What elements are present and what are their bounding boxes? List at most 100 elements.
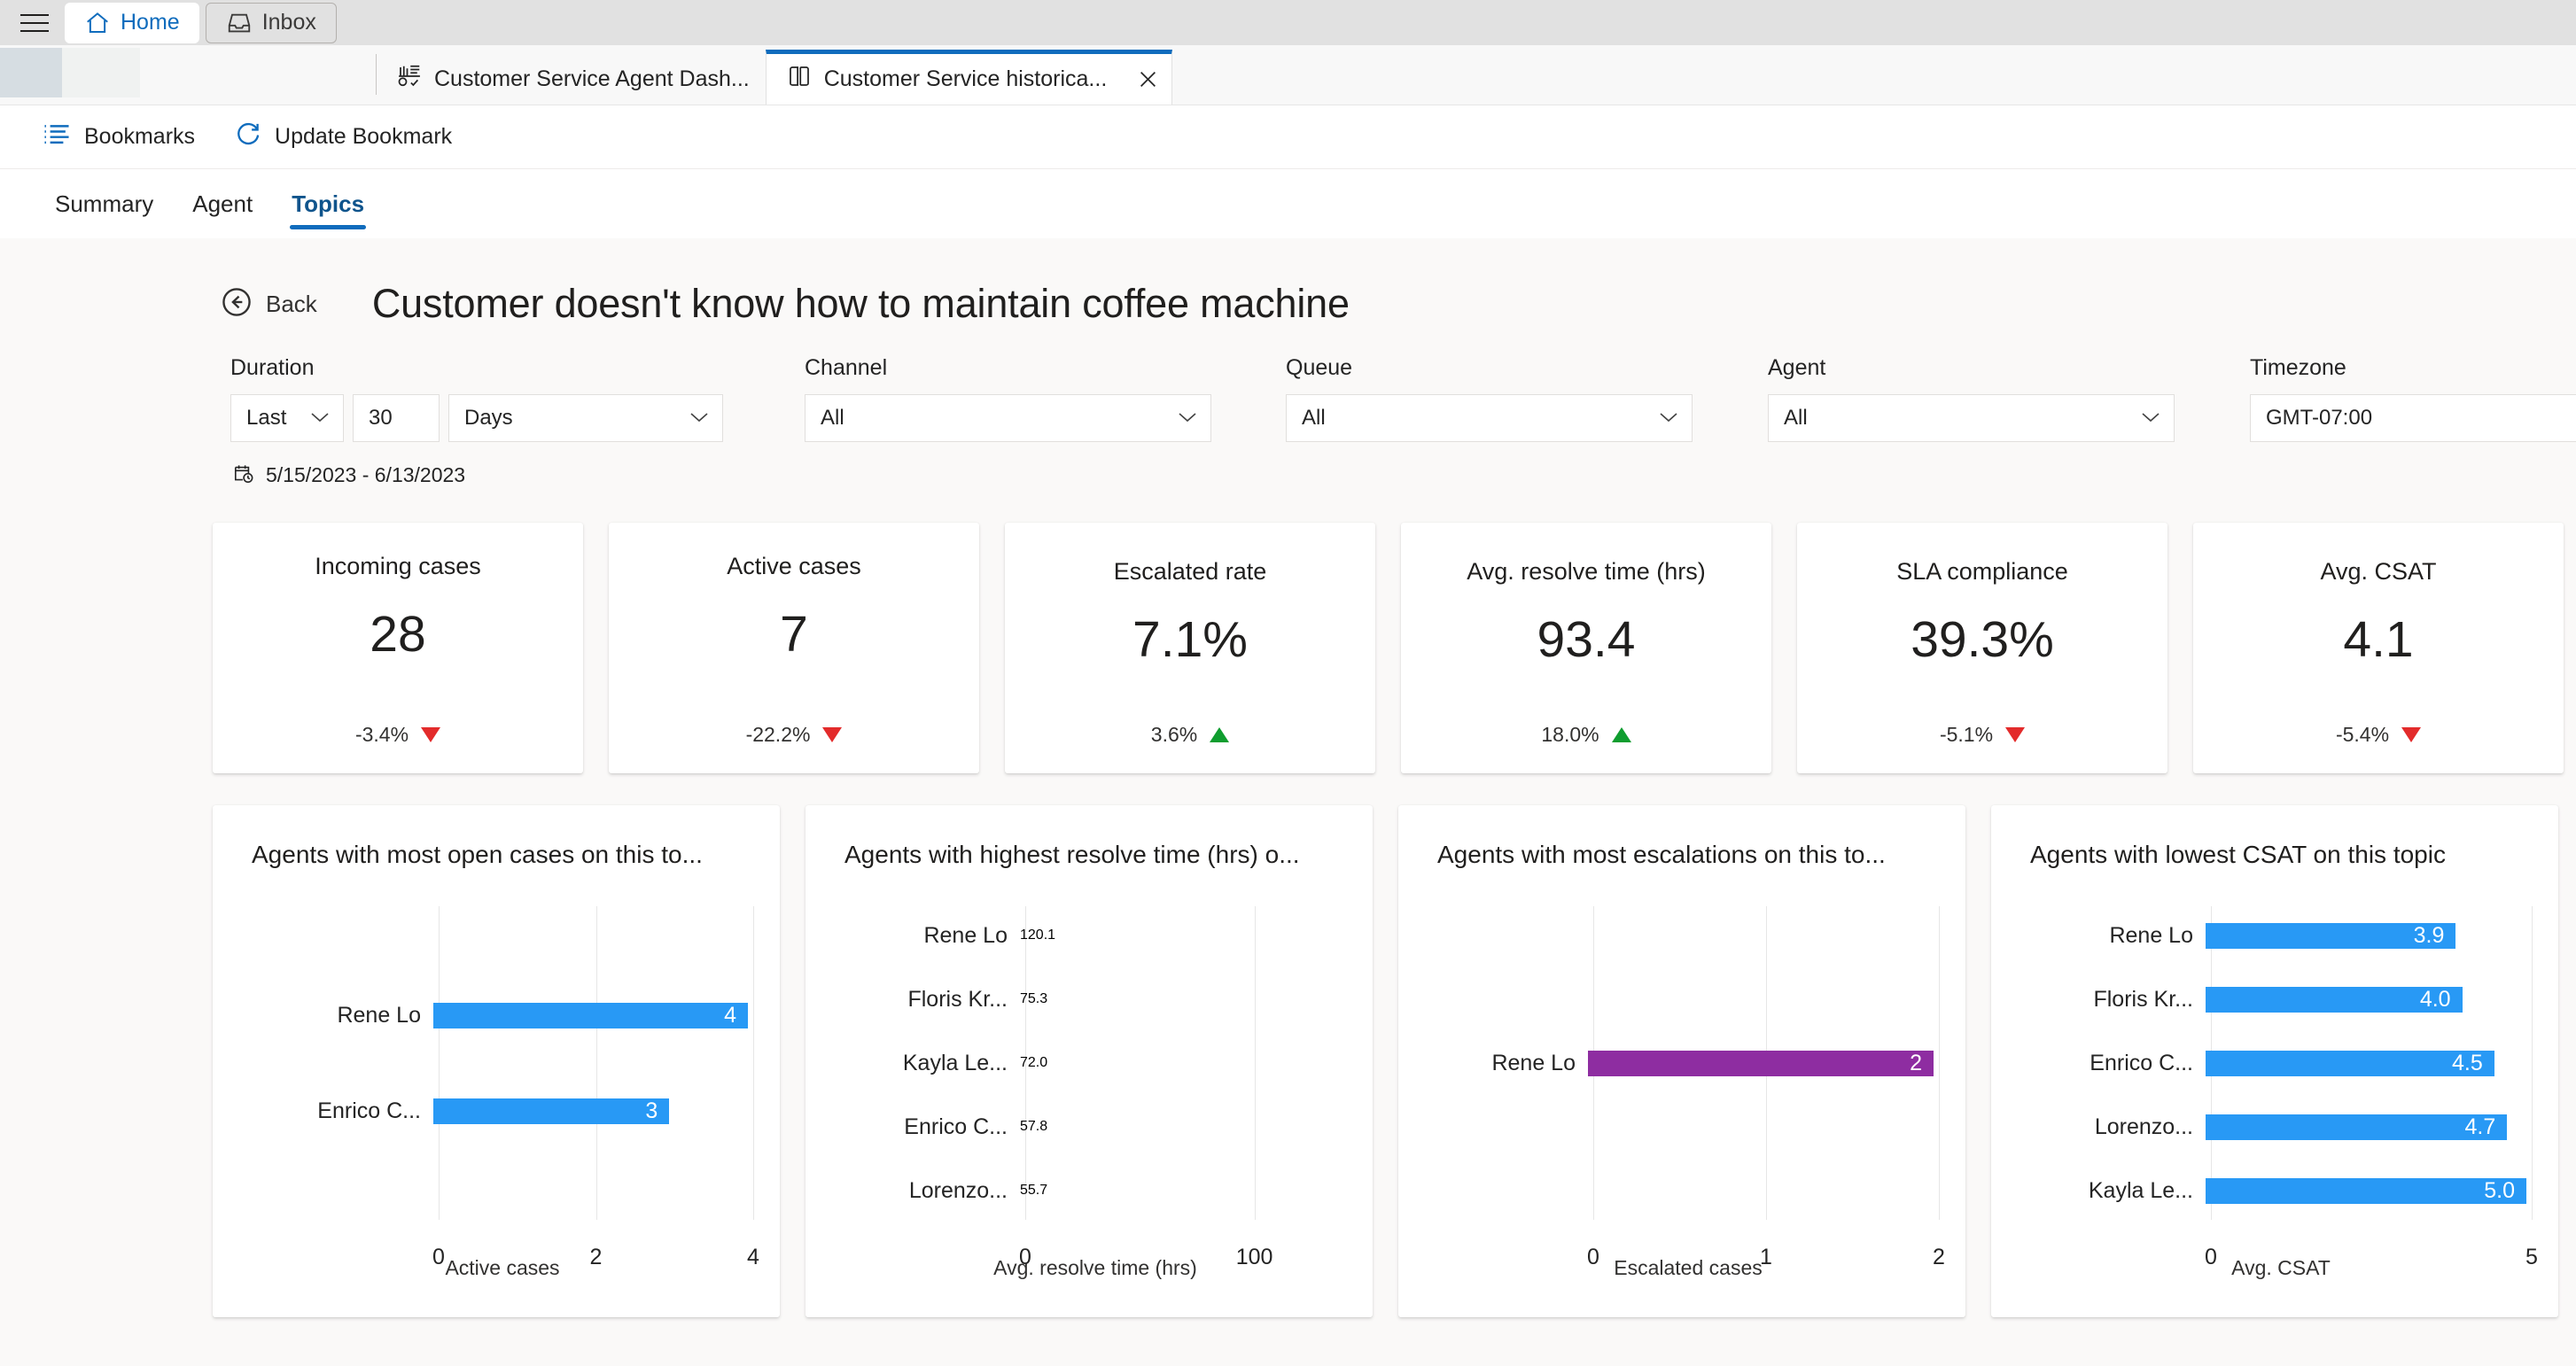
update-bookmark-label: Update Bookmark [275, 124, 453, 149]
back-label: Back [266, 290, 317, 317]
chart-card[interactable]: Agents with lowest CSAT on this topic Ren… [1991, 805, 2558, 1317]
chart-bar-track: 5.0 [2206, 1177, 2532, 1204]
chart-x-axis-label: Escalated cases [1614, 1256, 1763, 1279]
back-button[interactable]: Back [220, 285, 317, 323]
chart-bar[interactable]: 4.7 [2206, 1114, 2508, 1140]
chart-category-label: Kayla Le... [2088, 1177, 2193, 1203]
kpi-card[interactable]: SLA compliance 39.3% -5.1% [1797, 523, 2167, 773]
chart-value-label: 4.7 [2464, 1114, 2496, 1139]
chart-card[interactable]: Agents with most escalations on this to.… [1398, 805, 1965, 1317]
kpi-value: 4.1 [2343, 611, 2414, 668]
filter-select-timezone-0[interactable]: GMT-07:00 [2250, 394, 2576, 442]
filter-group-channel: Channel All [805, 355, 1211, 442]
chart-bar-row[interactable]: Lorenzo... 55.7 [844, 1167, 1346, 1215]
tab-agent[interactable]: Agent [173, 169, 272, 238]
kpi-card[interactable]: Avg. CSAT 4.1 -5.4% [2193, 523, 2564, 773]
tab-label: Customer Service Agent Dash... [434, 66, 750, 91]
tab-customer-service-historical[interactable]: Customer Service historica... [765, 50, 1173, 105]
tab-topics[interactable]: Topics [272, 169, 384, 238]
filter-label: Agent [1768, 355, 1826, 380]
filter-group-timezone: Timezone GMT-07:00 [2250, 355, 2576, 442]
chart-bar-row[interactable]: Floris Kr... 75.3 [844, 975, 1346, 1024]
trend-up-icon [1210, 727, 1230, 742]
filter-select-queue-0[interactable]: All [1286, 394, 1693, 442]
report-page-tabs: Summary Agent Topics [0, 169, 2576, 238]
book-icon [786, 63, 813, 96]
kpi-card[interactable]: Incoming cases 28 -3.4% [213, 523, 583, 773]
chart-value-label: 57.8 [1020, 1119, 1048, 1134]
kpi-value: 93.4 [1537, 611, 1636, 668]
filter-value: All [821, 406, 844, 430]
filter-select-duration-2[interactable]: Days [448, 394, 723, 442]
chart-bar-track: 4.7 [2206, 1114, 2532, 1140]
chevron-down-icon[interactable] [2140, 410, 2161, 427]
chevron-down-icon[interactable] [1658, 410, 1679, 427]
kpi-value: 7 [780, 606, 808, 663]
trend-down-icon [822, 727, 843, 742]
chart-value-label: 3.9 [2413, 922, 2445, 948]
chart-bar-row[interactable]: Enrico C... 57.8 [844, 1103, 1346, 1152]
filter-value: 30 [369, 406, 393, 430]
chart-bar-row[interactable]: Enrico C... 3 [252, 1075, 753, 1147]
kpi-card[interactable]: Escalated rate 7.1% 3.6% [1005, 523, 1375, 773]
dashboard-chart-icon [396, 63, 423, 96]
chart-bar-track: 2 [1588, 1050, 1939, 1076]
bookmarks-button[interactable]: Bookmarks [43, 121, 195, 152]
chart-bar-track: 4.5 [2206, 1050, 2532, 1076]
chart-value-label: 2 [1910, 1050, 1922, 1075]
chart-bar[interactable]: 3.9 [2206, 922, 2456, 949]
kpi-card-row: Incoming cases 28 -3.4% Active cases 7 -22.2%… [0, 489, 2576, 773]
chart-bar[interactable]: 4.5 [2206, 1050, 2494, 1076]
update-bookmark-button[interactable]: Update Bookmark [234, 120, 452, 154]
close-icon[interactable] [1132, 65, 1163, 95]
chart-bar-row[interactable]: Floris Kr... 4.0 [2030, 975, 2532, 1024]
chart-bar-row[interactable]: Enrico C... 4.5 [2030, 1039, 2532, 1088]
kpi-value: 7.1% [1132, 611, 1248, 668]
chart-bar[interactable]: 3 [433, 1098, 670, 1124]
gridline [1939, 906, 1940, 1220]
chart-card[interactable]: Agents with highest resolve time (hrs) o… [805, 805, 1373, 1317]
chart-bar-row[interactable]: Kayla Le... 5.0 [2030, 1167, 2532, 1215]
chart-category-label: Enrico C... [2090, 1050, 2193, 1075]
hamburger-icon[interactable] [11, 4, 58, 43]
filter-input-duration-1[interactable]: 30 [353, 394, 440, 442]
kpi-card[interactable]: Avg. resolve time (hrs) 93.4 18.0% [1401, 523, 1771, 773]
chart-bar-row[interactable]: Kayla Le... 72.0 [844, 1039, 1346, 1088]
home-button[interactable]: Home [65, 2, 199, 43]
chart-bar-row[interactable]: Lorenzo... 4.7 [2030, 1103, 2532, 1152]
kpi-delta-value: -5.4% [2335, 723, 2390, 746]
filter-select-agent-0[interactable]: All [1768, 394, 2175, 442]
chart-card-row: Agents with most open cases on this to..… [0, 773, 2576, 1317]
filter-controls: All [1768, 394, 2175, 442]
kpi-card[interactable]: Active cases 7 -22.2% [609, 523, 979, 773]
filter-select-duration-0[interactable]: Last [230, 394, 344, 442]
kpi-delta: -3.4% [355, 723, 441, 747]
chart-bar-row[interactable]: Rene Lo 4 [252, 979, 753, 1052]
tab-customer-service-agent-dashboard[interactable]: Customer Service Agent Dash... [377, 53, 766, 105]
chart-bar-row[interactable]: Rene Lo 2 [1437, 1027, 1939, 1099]
chevron-down-icon[interactable] [309, 410, 331, 427]
kpi-value: 39.3% [1911, 611, 2054, 668]
inbox-button[interactable]: Inbox [205, 2, 337, 43]
tab-placeholder-blocks [0, 47, 140, 97]
chart-bar[interactable]: 4.0 [2206, 986, 2463, 1013]
kpi-delta: -5.1% [1940, 723, 2026, 747]
chart-category-label: Enrico C... [317, 1098, 421, 1123]
chart-bar-row[interactable]: Rene Lo 3.9 [2030, 912, 2532, 960]
chevron-down-icon[interactable] [1177, 410, 1198, 427]
chart-bar[interactable]: 2 [1588, 1050, 1934, 1076]
date-range-text: 5/15/2023 - 6/13/2023 [266, 463, 466, 486]
chart-bar[interactable]: 5.0 [2206, 1177, 2526, 1204]
filter-label: Queue [1286, 355, 1353, 380]
chart-value-label: 55.7 [1020, 1183, 1048, 1198]
bookmarks-list-icon [43, 121, 71, 152]
filter-controls: All [805, 394, 1211, 442]
chart-bar-row[interactable]: Rene Lo 120.1 [844, 912, 1346, 960]
chart-bar-track: 4 [433, 1002, 753, 1028]
chart-bar[interactable]: 4 [433, 1002, 748, 1028]
chevron-down-icon[interactable] [689, 410, 710, 427]
filter-select-channel-0[interactable]: All [805, 394, 1211, 442]
tab-summary[interactable]: Summary [35, 169, 173, 238]
chart-value-label: 4.5 [2452, 1050, 2483, 1075]
chart-card[interactable]: Agents with most open cases on this to..… [213, 805, 780, 1317]
